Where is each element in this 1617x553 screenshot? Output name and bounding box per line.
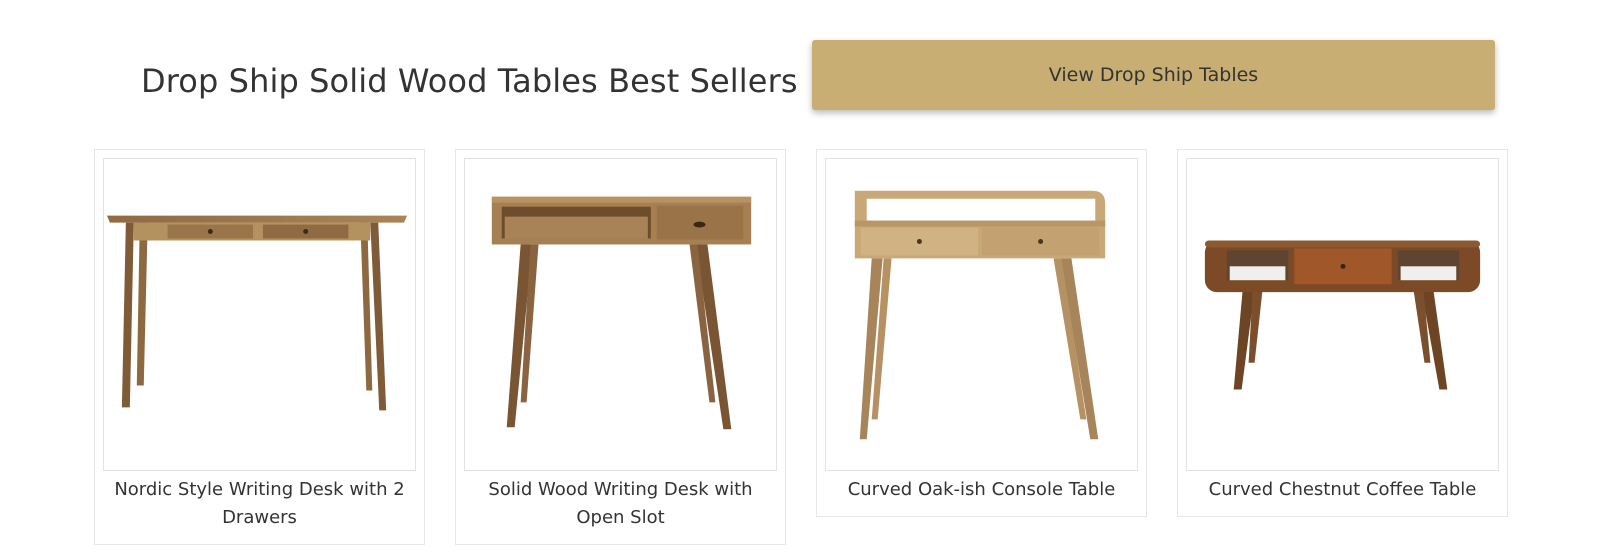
product-card[interactable]: Solid Wood Writing Desk with Open Slot (455, 149, 786, 545)
view-tables-button[interactable]: View Drop Ship Tables (812, 40, 1495, 110)
product-name[interactable]: Nordic Style Writing Desk with 2 Drawers (109, 476, 410, 532)
curved-console-table-image[interactable] (825, 158, 1138, 471)
page-title: Drop Ship Solid Wood Tables Best Sellers (141, 62, 798, 100)
open-slot-writing-desk-image[interactable] (464, 158, 777, 471)
product-card[interactable]: Curved Oak-ish Console Table (816, 149, 1147, 517)
product-grid: Nordic Style Writing Desk with 2 Drawers (94, 149, 1508, 545)
product-card[interactable]: Curved Chestnut Coffee Table (1177, 149, 1508, 517)
nordic-writing-desk-image[interactable] (103, 158, 416, 471)
product-name[interactable]: Solid Wood Writing Desk with Open Slot (470, 476, 771, 532)
product-name[interactable]: Curved Oak-ish Console Table (831, 476, 1132, 504)
product-name[interactable]: Curved Chestnut Coffee Table (1192, 476, 1493, 504)
product-card[interactable]: Nordic Style Writing Desk with 2 Drawers (94, 149, 425, 545)
curved-coffee-table-image[interactable] (1186, 158, 1499, 471)
